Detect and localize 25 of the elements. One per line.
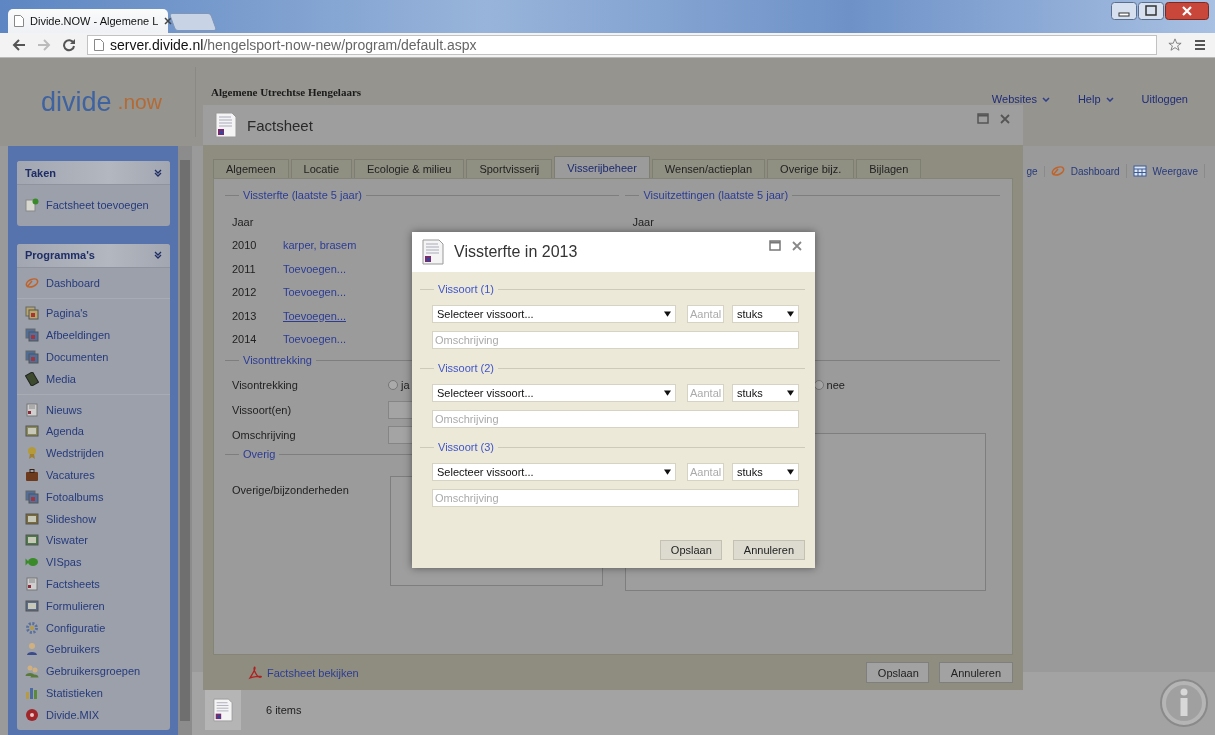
section-legend: Vissterfte (laatste 5 jaar) <box>243 189 362 201</box>
organization-name: Algemene Utrechtse Hengelaars <box>211 86 362 98</box>
panel-title: Taken <box>25 166 56 179</box>
field-label: Vissoort(en) <box>232 403 293 416</box>
section-legend: Visonttrekking <box>243 354 312 366</box>
year-label: 2012 <box>232 286 258 299</box>
section-legend: Vissoort (3) <box>438 441 495 453</box>
logo: divide .now <box>8 67 196 137</box>
section-legend: Overig <box>243 448 276 460</box>
column-header: Jaar <box>232 215 255 228</box>
year-label: 2011 <box>232 262 257 275</box>
section-legend: Visuitzettingen (laatste 5 jaar) <box>643 189 789 201</box>
section-legend: Vissoort (1) <box>438 283 495 295</box>
panel-title: Programma's <box>25 249 95 262</box>
year-label: 2010 <box>232 239 258 252</box>
field-label: Visontrekking <box>232 378 299 391</box>
dialog-title: Vissterfte in 2013 <box>454 243 578 261</box>
column-header: Jaar <box>632 215 655 228</box>
section-legend: Vissoort (2) <box>438 362 495 374</box>
year-label: 2013 <box>232 309 258 322</box>
window-title: Factsheet <box>247 116 313 134</box>
field-label: Overige/bijzonderheden <box>232 484 350 496</box>
year-label: 2014 <box>232 333 258 346</box>
item-count: 6 items <box>266 703 302 716</box>
field-label: Omschrijving <box>232 428 297 441</box>
